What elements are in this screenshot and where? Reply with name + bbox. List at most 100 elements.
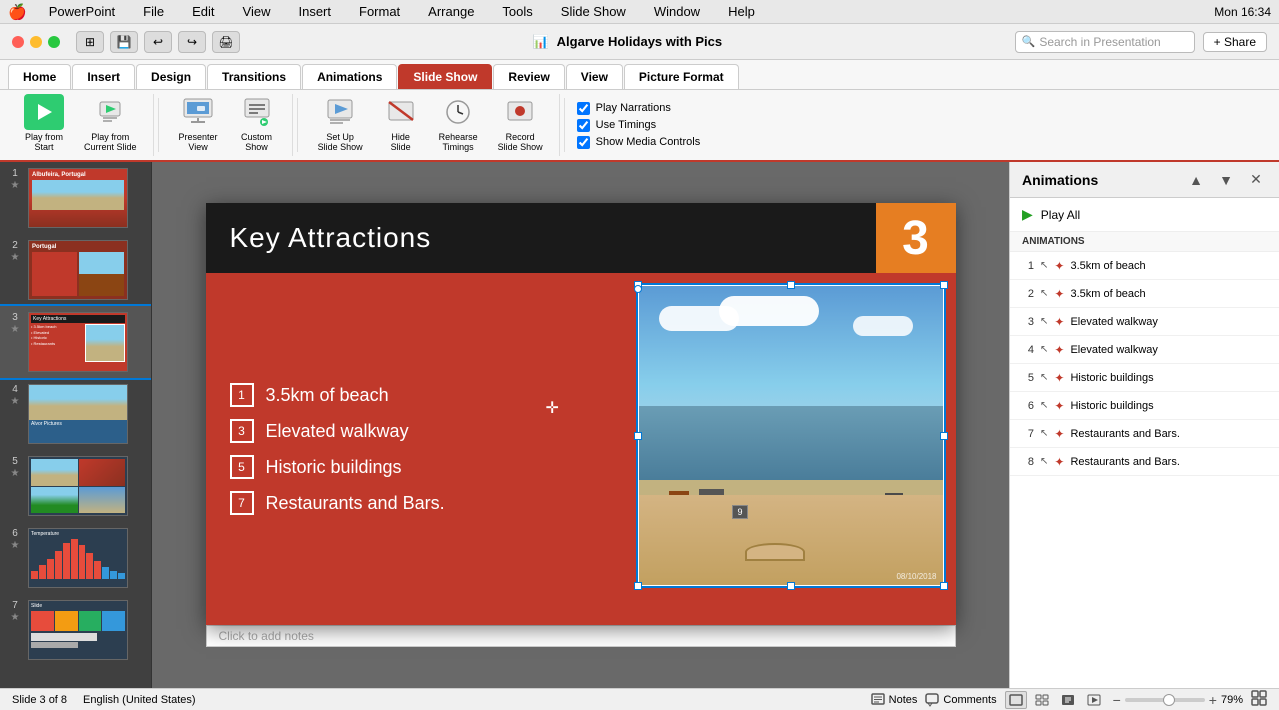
anim-item-1[interactable]: 1 ↖ ✦ 3.5km of beach	[1010, 252, 1279, 280]
ribbon: Play fromStart Play fromCurrent Slide Pr…	[0, 90, 1279, 162]
setup-icon	[322, 94, 358, 130]
slide-thumb-1[interactable]: 1 ★ Albufeira, Portugal	[0, 162, 151, 234]
slide-thumb-4[interactable]: 4 ★ Alvor Pictures	[0, 378, 151, 450]
tab-review[interactable]: Review	[493, 64, 564, 89]
notes-button[interactable]: Notes	[871, 693, 918, 707]
comments-button[interactable]: Comments	[925, 693, 996, 707]
anim-star-5: ✦	[1054, 371, 1064, 385]
menu-file[interactable]: File	[137, 2, 170, 21]
menu-help[interactable]: Help	[722, 2, 761, 21]
record-icon	[502, 94, 538, 130]
menu-tools[interactable]: Tools	[496, 2, 538, 21]
hide-slide-button[interactable]: HideSlide	[375, 90, 427, 156]
bullet-text-2: Elevated walkway	[266, 421, 409, 442]
slide-thumb-2[interactable]: 2 ★ Portugal	[0, 234, 151, 306]
language-info: English (United States)	[83, 694, 196, 706]
maximize-button[interactable]	[48, 36, 60, 48]
print-button[interactable]: 🖨	[212, 31, 240, 53]
slide-thumb-5[interactable]: 5 ★	[0, 450, 151, 522]
zoom-minus[interactable]: −	[1113, 692, 1121, 708]
notes-placeholder[interactable]: Click to add notes	[219, 629, 314, 643]
menu-format[interactable]: Format	[353, 2, 406, 21]
search-box[interactable]: 🔍 Search in Presentation	[1015, 31, 1195, 53]
tab-insert[interactable]: Insert	[72, 64, 135, 89]
zoom-thumb[interactable]	[1163, 694, 1175, 706]
anim-up-icon[interactable]: ▲	[1185, 169, 1207, 191]
bullet-num-2: 3	[230, 419, 254, 443]
menu-slideshow[interactable]: Slide Show	[555, 2, 632, 21]
sidebar-toggle[interactable]: ⊞	[76, 31, 104, 53]
minimize-button[interactable]	[30, 36, 42, 48]
save-button[interactable]: 💾	[110, 31, 138, 53]
anim-down-icon[interactable]: ▼	[1215, 169, 1237, 191]
water	[639, 406, 943, 481]
normal-view-button[interactable]	[1005, 691, 1027, 709]
apple-menu[interactable]: 🍎	[8, 3, 27, 21]
reading-view-button[interactable]	[1057, 691, 1079, 709]
play-from-start-button[interactable]: Play fromStart	[16, 90, 72, 156]
tab-slideshow[interactable]: Slide Show	[398, 64, 492, 89]
presenter-view-button[interactable]: PresenterView	[171, 90, 226, 156]
slide-4-num-star: 4 ★	[8, 384, 22, 407]
status-left: Slide 3 of 8 English (United States)	[12, 694, 196, 706]
slide-number-badge: 3	[876, 203, 956, 273]
media-input[interactable]	[577, 136, 590, 149]
bullet-text-4: Restaurants and Bars.	[266, 493, 445, 514]
anim-close-icon[interactable]: ✕	[1245, 169, 1267, 191]
slideshow-view-button[interactable]	[1083, 691, 1105, 709]
slide-thumb-3[interactable]: 3 ★ Key Attractions • 3.5km beach• Eleva…	[0, 306, 151, 378]
zoom-slider[interactable]	[1125, 698, 1205, 702]
play-current-button[interactable]: Play fromCurrent Slide	[76, 90, 145, 156]
timings-input[interactable]	[577, 119, 590, 132]
menu-edit[interactable]: Edit	[186, 2, 220, 21]
tab-transitions[interactable]: Transitions	[207, 64, 301, 89]
ribbon-presenter-group: PresenterView CustomShow	[163, 94, 293, 156]
notes-area[interactable]: Click to add notes	[206, 625, 956, 647]
slide-3-preview: Key Attractions • 3.5km beach• Elevated•…	[28, 312, 128, 372]
fit-screen-button[interactable]	[1251, 690, 1267, 709]
ribbon-play-group: Play fromStart Play fromCurrent Slide	[8, 94, 154, 156]
ribbon-setup-group: Set UpSlide Show HideSlide RehearseTimin…	[302, 94, 560, 156]
tab-picture-format[interactable]: Picture Format	[624, 64, 739, 89]
narrations-input[interactable]	[577, 102, 590, 115]
anim-item-3[interactable]: 3 ↖ ✦ Elevated walkway	[1010, 308, 1279, 336]
record-button[interactable]: RecordSlide Show	[490, 90, 551, 156]
anim-star-6: ✦	[1054, 399, 1064, 413]
document-title: Algarve Holidays with Pics	[557, 34, 722, 49]
menu-insert[interactable]: Insert	[292, 2, 337, 21]
menu-powerpoint[interactable]: PowerPoint	[43, 2, 121, 21]
close-button[interactable]	[12, 36, 24, 48]
slide-thumb-6[interactable]: 6 ★ Temperature	[0, 522, 151, 594]
play-narrations-check[interactable]: Play Narrations	[577, 102, 701, 115]
fit-screen-icon	[1251, 690, 1267, 706]
menu-arrange[interactable]: Arrange	[422, 2, 480, 21]
menu-window[interactable]: Window	[648, 2, 706, 21]
anim-item-4[interactable]: 4 ↖ ✦ Elevated walkway	[1010, 336, 1279, 364]
anim-item-7[interactable]: 7 ↖ ✦ Restaurants and Bars.	[1010, 420, 1279, 448]
anim-item-8[interactable]: 8 ↖ ✦ Restaurants and Bars.	[1010, 448, 1279, 476]
zoom-plus[interactable]: +	[1209, 692, 1217, 708]
setup-slideshow-button[interactable]: Set UpSlide Show	[310, 90, 371, 156]
slide-thumb-7[interactable]: 7 ★ Slide	[0, 594, 151, 666]
tab-home[interactable]: Home	[8, 64, 71, 89]
anim-item-2[interactable]: 2 ↖ ✦ 3.5km of beach	[1010, 280, 1279, 308]
show-media-check[interactable]: Show Media Controls	[577, 136, 701, 149]
use-timings-check[interactable]: Use Timings	[577, 119, 701, 132]
tab-animations[interactable]: Animations	[302, 64, 397, 89]
anim-item-5[interactable]: 5 ↖ ✦ Historic buildings	[1010, 364, 1279, 392]
anim-play-all[interactable]: ▶ Play All	[1010, 198, 1279, 232]
slide-sorter-button[interactable]	[1031, 691, 1053, 709]
undo-button[interactable]: ↩	[144, 31, 172, 53]
photo-date: 08/10/2018	[896, 572, 936, 581]
redo-button[interactable]: ↪	[178, 31, 206, 53]
share-button[interactable]: + Share	[1203, 32, 1267, 52]
slide-image[interactable]: 08/10/2018	[636, 283, 946, 588]
custom-show-button[interactable]: CustomShow	[230, 90, 284, 156]
tab-view[interactable]: View	[566, 64, 623, 89]
rehearse-button[interactable]: RehearseTimings	[431, 90, 486, 156]
canvas-area[interactable]: Key Attractions 3 1 3.5km of beach 3 Ele…	[152, 162, 1009, 688]
sep3	[564, 98, 565, 152]
anim-item-6[interactable]: 6 ↖ ✦ Historic buildings	[1010, 392, 1279, 420]
tab-design[interactable]: Design	[136, 64, 206, 89]
menu-view[interactable]: View	[237, 2, 277, 21]
